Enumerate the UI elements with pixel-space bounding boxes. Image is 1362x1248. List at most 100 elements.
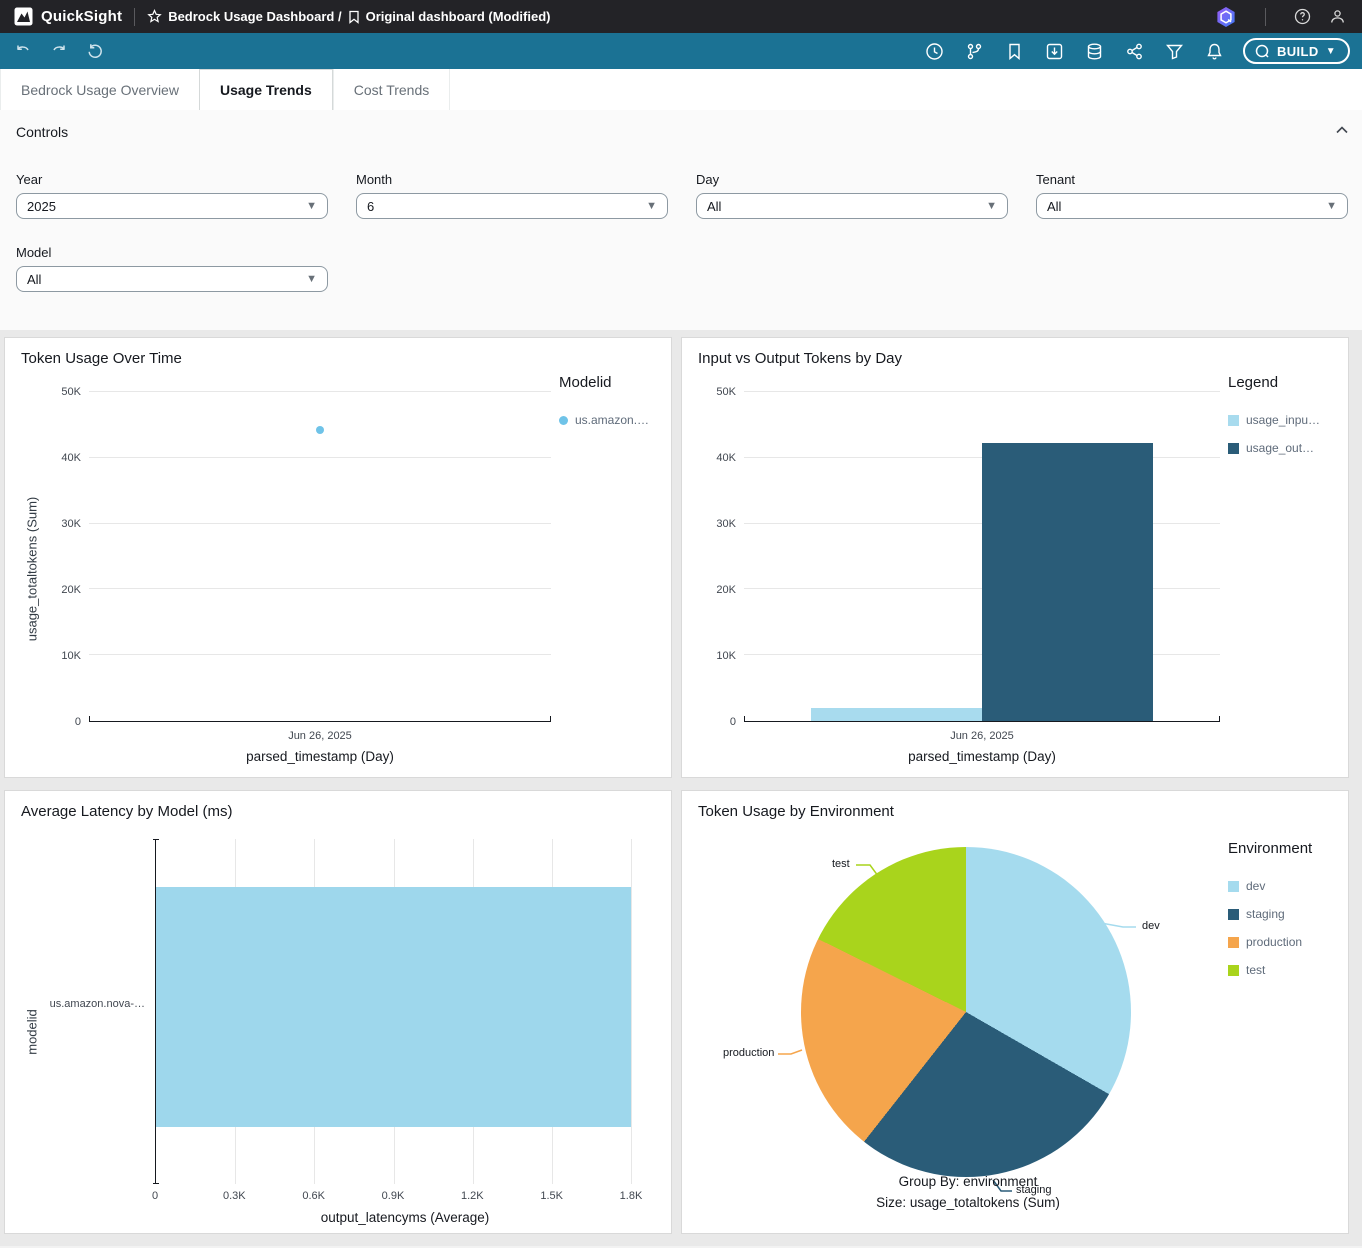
chart-title: Token Usage by Environment [698, 803, 1332, 825]
gridline [744, 391, 1220, 392]
share-icon[interactable] [1123, 40, 1146, 63]
build-logo-icon [1254, 43, 1270, 59]
filter-icon[interactable] [1163, 40, 1186, 63]
divider [1265, 8, 1266, 26]
bar-latency[interactable] [156, 887, 631, 1127]
legend-item[interactable]: test [1228, 963, 1332, 977]
legend-item[interactable]: usage_inpu… [1228, 413, 1332, 427]
chevron-down-icon: ▼ [646, 200, 657, 212]
y-tick-label: 0 [75, 716, 81, 728]
legend-item[interactable]: dev [1228, 879, 1332, 893]
scatter-point[interactable] [316, 426, 324, 434]
slice-label-production: production [723, 1047, 774, 1059]
y-tick-label: 0 [730, 716, 736, 728]
top-app-bar: QuickSight Bedrock Usage Dashboard / Ori… [0, 0, 1362, 33]
alerts-icon[interactable] [1203, 40, 1226, 63]
y-axis-title: modelid [25, 1009, 40, 1055]
bar-input-tokens[interactable] [811, 708, 982, 721]
model-dropdown[interactable]: All▼ [16, 266, 328, 292]
year-dropdown[interactable]: 2025▼ [16, 193, 328, 219]
legend-item[interactable]: production [1228, 935, 1332, 949]
controls-heading: Controls [0, 124, 1362, 140]
chart-title: Average Latency by Model (ms) [21, 803, 655, 825]
divider [134, 8, 135, 26]
legend-swatch [1228, 937, 1239, 948]
hbar-plot-area [155, 839, 655, 1184]
y-tick-label: 30K [61, 518, 81, 530]
filter-tenant: Tenant All▼ [1036, 172, 1348, 219]
tab-usage-trends[interactable]: Usage Trends [199, 69, 333, 110]
filters-grid: Year 2025▼ Month 6▼ Day All▼ Tenant All▼… [0, 172, 1362, 292]
gridline [631, 839, 632, 1184]
panel-input-vs-output-tokens: Input vs Output Tokens by Day 010K20K30K… [681, 337, 1349, 778]
legend-item[interactable]: usage_out… [1228, 441, 1332, 455]
slice-label-test: test [832, 858, 850, 870]
y-axis-title: usage_totaltokens (Sum) [25, 497, 40, 642]
chart-title: Token Usage Over Time [21, 350, 655, 372]
legend-title: Environment [1228, 840, 1332, 857]
star-icon[interactable] [147, 9, 162, 24]
month-dropdown[interactable]: 6▼ [356, 193, 668, 219]
bar-output-tokens[interactable] [982, 443, 1153, 721]
tab-bedrock-usage-overview[interactable]: Bedrock Usage Overview [0, 69, 199, 110]
breadcrumb: Bedrock Usage Dashboard / [168, 9, 341, 24]
legend-swatch [1228, 415, 1239, 426]
amazon-q-icon[interactable] [1213, 4, 1239, 30]
versions-icon[interactable] [963, 40, 986, 63]
legend-swatch [1228, 965, 1239, 976]
sheet-tabs: Bedrock Usage Overview Usage Trends Cost… [0, 69, 1362, 110]
profile-icon[interactable] [1327, 6, 1348, 27]
gridline [89, 523, 551, 524]
gridline [89, 588, 551, 589]
pie-captions: Group By: environment Size: usage_totalt… [698, 1171, 1238, 1213]
x-axis-ticks: 00.3K0.6K0.9K1.2K1.5K1.8K [155, 1190, 631, 1206]
tab-cost-trends[interactable]: Cost Trends [333, 69, 450, 110]
x-tick-label: 0.3K [223, 1190, 246, 1202]
legend-title: Legend [1228, 374, 1332, 391]
x-axis-title: parsed_timestamp (Day) [89, 749, 551, 764]
y-tick-label: 20K [716, 584, 736, 596]
bookmark-icon[interactable] [1003, 40, 1026, 63]
datasets-icon[interactable] [1083, 40, 1106, 63]
x-tick-label: 1.2K [461, 1190, 484, 1202]
filter-year: Year 2025▼ [16, 172, 328, 219]
filter-month: Month 6▼ [356, 172, 668, 219]
x-tick-label: 0.9K [382, 1190, 405, 1202]
reset-icon[interactable] [84, 40, 106, 62]
bookmark-small-icon [348, 10, 360, 24]
chart-title: Input vs Output Tokens by Day [698, 350, 1332, 372]
export-icon[interactable] [1043, 40, 1066, 63]
y-axis-ticks: 010K20K30K40K50K [43, 392, 89, 722]
history-icon[interactable] [923, 40, 946, 63]
chevron-down-icon: ▼ [1326, 200, 1337, 212]
x-tick-label: 1.8K [620, 1190, 643, 1202]
y-tick-label: 50K [716, 386, 736, 398]
group-by-caption: Group By: environment [698, 1171, 1238, 1192]
bar-plot-area [744, 392, 1220, 722]
tenant-dropdown[interactable]: All▼ [1036, 193, 1348, 219]
redo-icon[interactable] [48, 40, 70, 62]
panel-token-usage-over-time: Token Usage Over Time usage_totaltokens … [4, 337, 672, 778]
legend-item[interactable]: us.amazon.… [559, 413, 655, 427]
gridline [89, 457, 551, 458]
filter-model: Model All▼ [16, 245, 328, 292]
y-tick-label: 50K [61, 386, 81, 398]
x-axis-title: output_latencyms (Average) [155, 1210, 655, 1225]
x-tick-label: 0 [152, 1190, 158, 1202]
x-axis-title: parsed_timestamp (Day) [744, 749, 1220, 764]
collapse-controls-icon[interactable] [1332, 120, 1352, 140]
y-tick-label: 40K [61, 452, 81, 464]
filter-day: Day All▼ [696, 172, 1008, 219]
slice-label-dev: dev [1142, 920, 1160, 932]
legend-item[interactable]: staging [1228, 907, 1332, 921]
y-tick-label: 10K [61, 650, 81, 662]
panel-average-latency-by-model: Average Latency by Model (ms) modelid us… [4, 790, 672, 1234]
day-dropdown[interactable]: All▼ [696, 193, 1008, 219]
legend-swatch [1228, 881, 1239, 892]
help-icon[interactable] [1292, 6, 1313, 27]
undo-icon[interactable] [12, 40, 34, 62]
dashboard-grid: Token Usage Over Time usage_totaltokens … [0, 330, 1362, 1246]
pie-chart[interactable] [801, 847, 1131, 1177]
build-button[interactable]: BUILD ▼ [1243, 38, 1350, 64]
x-tick-label: Jun 26, 2025 [744, 730, 1220, 744]
